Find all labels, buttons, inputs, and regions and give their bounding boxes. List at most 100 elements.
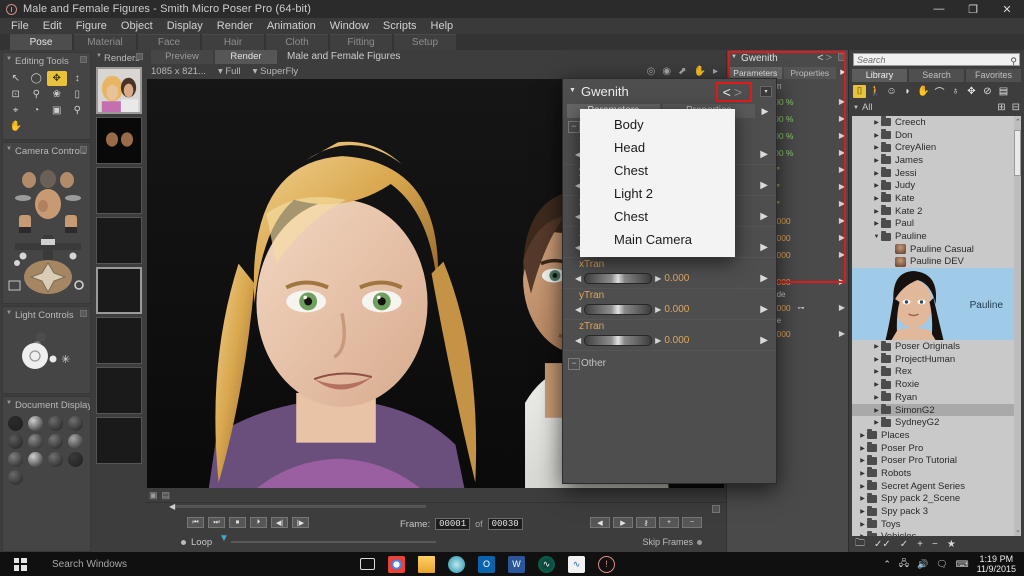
- grouping-tool[interactable]: ⚲: [27, 87, 47, 102]
- tabs-overflow-icon[interactable]: ▶: [838, 67, 848, 79]
- app-green-icon[interactable]: ∿: [538, 555, 555, 573]
- room-tab-cloth[interactable]: Cloth: [266, 34, 328, 50]
- rotate-tool[interactable]: ↖: [6, 71, 26, 86]
- display-style-swatch[interactable]: [48, 416, 63, 431]
- menu-item-figure[interactable]: Figure: [69, 18, 114, 34]
- library-tree-row[interactable]: ▶ Spy pack 3: [852, 505, 1021, 518]
- room-tab-setup[interactable]: Setup: [394, 34, 456, 50]
- library-tree[interactable]: ▶ Creech ▶ Don ▶ CreyAlien ▶ James ▶ Jessi ▶ Judy ▶ K…: [852, 116, 1021, 536]
- light-controls-widget[interactable]: ✳: [3, 323, 94, 385]
- tab-preview[interactable]: Preview: [151, 50, 213, 64]
- library-tree-row[interactable]: ▶ CreyAlien: [852, 141, 1021, 154]
- chrome-icon[interactable]: [388, 555, 405, 573]
- show-hidden-icons-icon[interactable]: ⌃: [883, 559, 891, 570]
- taskbar-search-input[interactable]: Search Windows: [40, 559, 260, 570]
- menu-item-object[interactable]: Object: [114, 18, 160, 34]
- dial-expand-icon[interactable]: ▶: [839, 97, 845, 106]
- room-tab-face[interactable]: Face: [138, 34, 200, 50]
- display-style-swatch[interactable]: [68, 434, 83, 449]
- dial-value[interactable]: 0.000: [664, 335, 689, 346]
- volume-icon[interactable]: 🔊: [917, 559, 928, 570]
- dial-expand-icon[interactable]: ▶: [839, 165, 845, 174]
- display-style-swatch[interactable]: [48, 434, 63, 449]
- minimize-button[interactable]: —: [922, 0, 956, 18]
- dial-link-icon[interactable]: ⊶: [797, 304, 804, 312]
- tab-favorites[interactable]: Favorites: [966, 69, 1021, 82]
- room-tab-fitting[interactable]: Fitting: [330, 34, 392, 50]
- light-controls-collapse-icon[interactable]: [80, 310, 87, 317]
- double-check-icon[interactable]: ✓✓: [874, 539, 891, 550]
- dial-expand-icon[interactable]: ▶: [839, 199, 845, 208]
- render-thumbnail[interactable]: [96, 317, 142, 364]
- internet-icon[interactable]: [448, 555, 465, 573]
- lasso-tool[interactable]: ◯: [27, 71, 47, 86]
- library-search-input[interactable]: Search ⚲: [853, 53, 1020, 66]
- dial-value[interactable]: 0.000: [664, 304, 689, 315]
- task-view-icon[interactable]: [360, 558, 375, 570]
- chevron-right-icon[interactable]: ▶: [872, 343, 881, 350]
- render-thumbnail[interactable]: [96, 117, 142, 164]
- expression-icon[interactable]: ☺: [885, 85, 898, 98]
- dial-expand-icon[interactable]: ▶: [839, 216, 845, 225]
- tab-render[interactable]: Render: [215, 50, 277, 64]
- dial-increment-icon[interactable]: ▶: [655, 305, 661, 314]
- render-thumbnail[interactable]: [96, 367, 142, 414]
- scroll-up-icon[interactable]: ⌃: [1015, 118, 1021, 126]
- display-style-swatch[interactable]: [68, 452, 83, 467]
- menu-item-edit[interactable]: Edit: [36, 18, 69, 34]
- other-section-header[interactable]: Other: [563, 355, 776, 371]
- library-tree-row[interactable]: ▶ ProjectHuman: [852, 353, 1021, 366]
- dial-decrement-icon[interactable]: ◀: [575, 305, 581, 314]
- dial-expand-icon[interactable]: ▶: [760, 211, 768, 222]
- dropdown-item-chest[interactable]: Chest: [580, 205, 735, 228]
- library-scrollbar-thumb[interactable]: [1014, 130, 1021, 176]
- hand-icon[interactable]: ✋: [694, 66, 706, 77]
- keyframe-button[interactable]: ▶: [613, 517, 633, 528]
- new-folder-icon[interactable]: 🗀: [855, 536, 865, 553]
- star-icon[interactable]: ★: [947, 539, 956, 550]
- keyframe-button[interactable]: −: [682, 517, 702, 528]
- dial-expand-icon[interactable]: ▶: [839, 250, 845, 259]
- play-arrow-icon[interactable]: ▸: [713, 66, 718, 77]
- paint-tool[interactable]: ◔: [27, 103, 47, 118]
- dial-increment-icon[interactable]: ▶: [655, 336, 661, 345]
- chevron-right-icon[interactable]: ▶: [872, 220, 881, 227]
- chevron-right-icon[interactable]: ▶: [858, 445, 867, 452]
- scenes-icon[interactable]: ▤: [997, 85, 1010, 98]
- chevron-right-icon[interactable]: ▶: [872, 381, 881, 388]
- library-tree-row[interactable]: ▶ Secret Agent Series: [852, 480, 1021, 493]
- start-button[interactable]: [0, 552, 40, 576]
- display-style-swatch[interactable]: [28, 416, 43, 431]
- library-tree-row[interactable]: ▶ Places: [852, 429, 1021, 442]
- dial-value[interactable]: 0.000: [664, 273, 689, 284]
- dial-xtran[interactable]: [584, 272, 653, 284]
- figure-select-dropdown[interactable]: Body Head Chest Light 2 Chest Main Camera: [580, 109, 735, 257]
- dial-expand-icon[interactable]: ▶: [839, 148, 845, 157]
- library-tree-row[interactable]: ▶ James: [852, 154, 1021, 167]
- library-tree-row[interactable]: ▶ Judy: [852, 179, 1021, 192]
- floating-dial-row[interactable]: yTran ◀ ▶ 0.000 ▶: [563, 289, 776, 320]
- floating-dial-row[interactable]: zTran ◀ ▶ 0.000 ▶: [563, 320, 776, 351]
- nav-next-icon[interactable]: >: [826, 52, 834, 64]
- library-tree-row[interactable]: ▶ Kate 2: [852, 205, 1021, 218]
- library-preview[interactable]: Pauline: [852, 268, 1021, 341]
- library-tree-row[interactable]: ▼ Pauline: [852, 230, 1021, 243]
- color-tool[interactable]: ▯: [68, 87, 88, 102]
- check-icon[interactable]: ✓: [900, 539, 908, 550]
- dial-expand-icon[interactable]: ▶: [760, 242, 768, 253]
- keyframe-button[interactable]: ⚷: [636, 517, 656, 528]
- display-style-swatch[interactable]: [8, 470, 23, 485]
- dial-ytran[interactable]: [584, 303, 653, 315]
- direct-manip-tool[interactable]: ▣: [47, 103, 67, 118]
- maximize-button[interactable]: ❐: [956, 0, 990, 18]
- figures-icon[interactable]: ⌷: [853, 85, 866, 98]
- keyboard-icon[interactable]: ⌨: [956, 559, 969, 570]
- dial-expand-icon[interactable]: ▶: [839, 329, 845, 338]
- hands-icon[interactable]: ✋: [917, 85, 930, 98]
- taskbar-clock[interactable]: 1:19 PM 11/9/2015: [977, 554, 1016, 574]
- frame-current-input[interactable]: 00001: [435, 518, 471, 530]
- floating-dial-row[interactable]: xTran ◀ ▶ 0.000 ▶: [563, 258, 776, 289]
- display-style-swatch[interactable]: [28, 452, 43, 467]
- dial-expand-icon[interactable]: ▶: [760, 335, 768, 346]
- plus-icon[interactable]: +: [917, 539, 923, 550]
